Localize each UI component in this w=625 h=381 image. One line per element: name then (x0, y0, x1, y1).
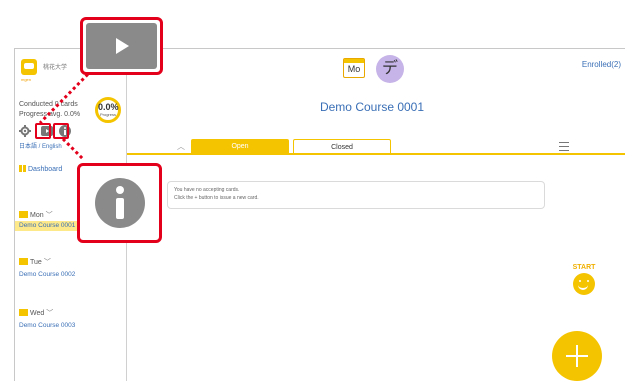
start-button[interactable]: START (569, 264, 599, 295)
main-panel: Mo デ Enrolled(2) Demo Course 0001 ︿ Open… (127, 49, 625, 381)
logo-text: mgen (21, 77, 32, 82)
calendar-icon (19, 211, 28, 218)
day-group-wed[interactable]: Wed ﹀ (19, 308, 53, 318)
course-title-text: Demo Course 0001 (319, 100, 425, 114)
progress-ring: 0.0% Progress (95, 97, 121, 123)
notice-line-2: Click the + button to issue a new card. (174, 195, 259, 201)
tab-bar: ︿ Open Closed (127, 139, 625, 155)
chevron-down-icon: ﹀ (45, 212, 53, 219)
info-icon-highlight (53, 123, 69, 139)
info-callout (77, 163, 162, 243)
calendar-icon (19, 258, 28, 265)
video-callout (80, 17, 163, 75)
menu-icon[interactable] (559, 142, 569, 151)
sidebar-item-dashboard[interactable]: Dashboard (19, 165, 62, 173)
tab-closed[interactable]: Closed (293, 139, 391, 154)
smiley-icon (573, 273, 595, 295)
video-icon-highlight (35, 123, 51, 139)
progress-average: Progress avg. 0.0% (19, 111, 81, 118)
course-title: Demo Course 0001 (127, 100, 625, 114)
day-group-tue[interactable]: Tue ﹀ (19, 257, 51, 267)
chevron-down-icon: ﹀ (46, 310, 54, 317)
calendar-icon (19, 309, 28, 316)
day-label: Mon (30, 212, 44, 219)
day-label: Wed (30, 310, 45, 317)
sidebar-item-course-0002[interactable]: Demo Course 0002 (19, 271, 75, 278)
progress-value: 0.0% (98, 102, 119, 112)
dashboard-icon (19, 165, 26, 172)
app-logo (21, 59, 37, 75)
day-group-mon[interactable]: Mon ﹀ (19, 210, 53, 220)
sidebar-item-course-0003[interactable]: Demo Course 0003 (19, 322, 75, 329)
start-label: START (572, 264, 596, 271)
empty-cards-notice: You have no accepting cards. Click the +… (167, 181, 545, 209)
video-callout-body (86, 23, 157, 69)
school-name: 桃花大学 (43, 65, 68, 71)
chevron-up-icon[interactable]: ︿ (177, 141, 185, 152)
info-icon-large (94, 178, 145, 228)
day-label: Tue (30, 259, 42, 266)
tab-open[interactable]: Open (191, 139, 289, 154)
play-icon (115, 38, 129, 54)
dashboard-label: Dashboard (28, 166, 63, 173)
chevron-down-icon: ﹀ (43, 259, 51, 266)
enrolled-link[interactable]: Enrolled(2) (582, 60, 621, 69)
day-calendar-icon: Mo (343, 58, 365, 78)
notice-line-1: You have no accepting cards. (174, 187, 240, 193)
add-card-button[interactable] (552, 331, 602, 381)
course-avatar: デ (376, 55, 404, 83)
conducted-cards: Conducted 0 cards (19, 101, 78, 108)
language-switch[interactable]: 日本語 / English (19, 141, 62, 150)
info-callout-body (83, 169, 156, 237)
gear-icon[interactable] (19, 125, 31, 137)
progress-label: Progress (99, 112, 116, 117)
